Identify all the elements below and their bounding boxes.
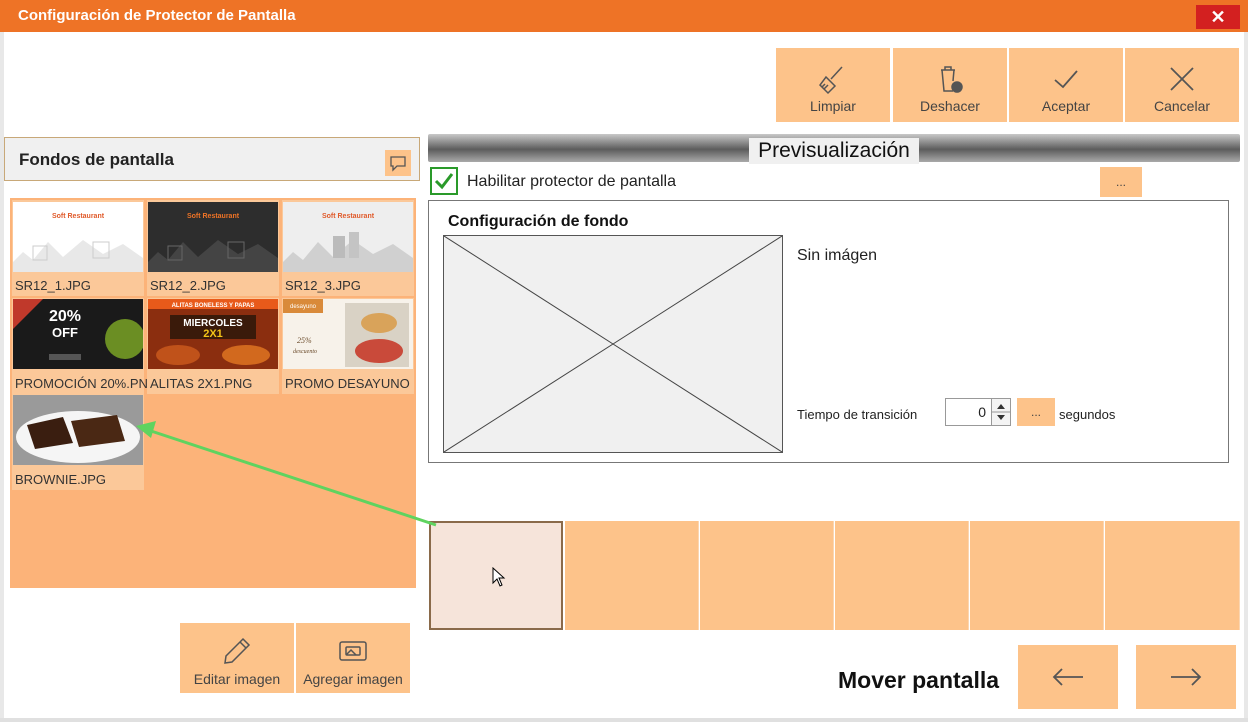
add-image-button[interactable]: Agregar imagen: [296, 623, 410, 693]
thumbnail-label: BROWNIE.JPG: [15, 472, 107, 487]
edit-image-button[interactable]: Editar imagen: [180, 623, 294, 693]
cancelar-label: Cancelar: [1153, 98, 1211, 114]
preview-title: Previsualización: [749, 138, 919, 164]
thumbnail-label: SR12_1.JPG: [15, 278, 91, 293]
transition-more-button[interactable]: ...: [1017, 398, 1055, 426]
screen-slot-4[interactable]: [835, 521, 969, 630]
comment-button[interactable]: [385, 150, 411, 176]
thumbnail-brownie[interactable]: BROWNIE.JPG: [12, 394, 144, 490]
transition-input[interactable]: 0: [945, 398, 995, 426]
close-icon: [1170, 67, 1194, 91]
sr12-1-image: Soft Restaurant: [13, 202, 143, 272]
svg-text:20%: 20%: [49, 308, 81, 325]
desayuno-image: desayuno 25% descuento: [283, 299, 413, 369]
preview-header: Previsualización: [428, 134, 1240, 164]
thumbnail-label: SR12_3.JPG: [285, 278, 361, 293]
add-image-label: Agregar imagen: [303, 671, 403, 687]
transition-spinner[interactable]: [991, 398, 1011, 426]
broom-icon: [819, 66, 843, 95]
mouse-cursor-icon: [492, 567, 506, 587]
screen-slot-3[interactable]: [700, 521, 834, 630]
window-border-right: [1244, 32, 1248, 722]
background-config-box: Configuración de fondo Sin imágen Tiempo…: [428, 200, 1229, 463]
deshacer-label: Deshacer: [920, 98, 980, 114]
undo-trash-icon: [941, 66, 963, 93]
fondos-panel-header: Fondos de pantalla: [4, 137, 420, 181]
thumbnail-label: ALITAS 2X1.PNG: [150, 376, 253, 391]
thumbnail-label: SR12_2.JPG: [150, 278, 226, 293]
svg-text:Soft Restaurant: Soft Restaurant: [52, 213, 105, 220]
title-bar: Configuración de Protector de Pantalla ✕: [0, 0, 1248, 32]
svg-text:25%: 25%: [297, 336, 312, 345]
edit-image-label: Editar imagen: [193, 671, 281, 687]
brownie-image: [13, 395, 143, 465]
move-left-button[interactable]: [1018, 645, 1118, 709]
screen-slot-2[interactable]: [565, 521, 699, 630]
arrow-right-icon: [1171, 668, 1202, 686]
thumbnail-sr12-3[interactable]: Soft Restaurant SR12_3.JPG: [282, 200, 414, 296]
aceptar-button[interactable]: Aceptar: [1009, 48, 1123, 122]
thumbnail-sr12-1[interactable]: Soft Restaurant SR12_1.JPG: [12, 200, 144, 296]
move-right-button[interactable]: [1136, 645, 1236, 709]
close-button[interactable]: ✕: [1196, 5, 1240, 29]
svg-text:2X1: 2X1: [203, 328, 223, 340]
svg-text:Soft Restaurant: Soft Restaurant: [322, 213, 375, 220]
svg-text:Soft Restaurant: Soft Restaurant: [187, 213, 240, 220]
enable-screensaver-checkbox[interactable]: [430, 167, 458, 195]
window-border-left: [0, 32, 4, 722]
limpiar-label: Limpiar: [810, 98, 856, 114]
chat-bubble-icon: [390, 156, 406, 172]
svg-text:desayuno: desayuno: [290, 304, 317, 310]
empty-image-cross: [444, 236, 782, 452]
limpiar-button[interactable]: Limpiar: [776, 48, 890, 122]
thumbnail-promocion[interactable]: 20% OFF PROMOCIÓN 20%.PN: [12, 298, 148, 394]
screen-slot-6[interactable]: [1105, 521, 1240, 630]
sr12-2-image: Soft Restaurant: [148, 202, 278, 272]
image-placeholder: [443, 235, 783, 453]
no-image-text: Sin imágen: [797, 247, 878, 264]
svg-text:ALITAS BONELESS Y PAPAS: ALITAS BONELESS Y PAPAS: [172, 303, 255, 309]
spin-arrows-icon: [992, 404, 1010, 420]
deshacer-button[interactable]: Deshacer: [893, 48, 1007, 122]
window-title: Configuración de Protector de Pantalla: [18, 7, 296, 24]
transition-label: Tiempo de transición: [797, 407, 918, 422]
screen-slot-5[interactable]: [970, 521, 1104, 630]
window-border-bottom: [0, 718, 1248, 722]
move-screen-label: Mover pantalla: [838, 667, 1000, 693]
config-title: Configuración de fondo: [448, 213, 629, 230]
promocion-image: 20% OFF: [13, 299, 143, 369]
thumbnail-desayuno[interactable]: desayuno 25% descuento PROMO DESAYUNO: [282, 298, 414, 394]
arrow-left-icon: [1052, 668, 1083, 686]
svg-text:descuento: descuento: [293, 349, 317, 355]
image-frame-icon: [339, 641, 367, 661]
svg-text:OFF: OFF: [52, 325, 78, 340]
transition-unit: segundos: [1059, 407, 1116, 422]
cancelar-button[interactable]: Cancelar: [1125, 48, 1239, 122]
enable-screensaver-label: Habilitar protector de pantalla: [467, 173, 677, 190]
thumbnail-label: PROMO DESAYUNO: [285, 376, 410, 391]
screen-slot-1[interactable]: [429, 521, 563, 630]
aceptar-label: Aceptar: [1041, 98, 1091, 114]
checkmark-icon: [434, 173, 454, 190]
thumbnail-sr12-2[interactable]: Soft Restaurant SR12_2.JPG: [147, 200, 279, 296]
pencil-icon: [224, 637, 251, 664]
sr12-3-image: Soft Restaurant: [283, 202, 413, 272]
thumbnail-alitas[interactable]: ALITAS BONELESS Y PAPAS MIERCOLES 2X1 AL…: [147, 298, 279, 394]
check-icon: [1054, 70, 1078, 89]
thumbnail-label: PROMOCIÓN 20%.PN: [15, 376, 148, 391]
more-options-button[interactable]: ...: [1100, 167, 1142, 197]
alitas-image: ALITAS BONELESS Y PAPAS MIERCOLES 2X1: [148, 299, 278, 369]
image-gallery: Soft Restaurant SR12_1.JPG Soft Restaura…: [10, 198, 416, 588]
fondos-title: Fondos de pantalla: [19, 150, 174, 169]
